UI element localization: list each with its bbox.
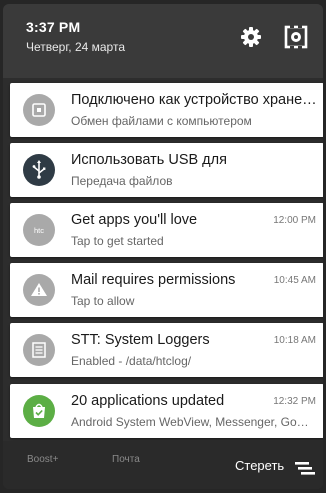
usb-icon bbox=[23, 154, 55, 186]
settings-gear-button[interactable] bbox=[239, 25, 263, 49]
svg-text:htc: htc bbox=[34, 226, 44, 235]
notification-title: Get apps you'll love bbox=[71, 212, 198, 228]
notification-shade: 3:37 PM Четверг, 24 марта Подключено как… bbox=[3, 4, 323, 489]
notification-get-apps[interactable]: htc Get apps you'll love Tap to get star… bbox=[10, 203, 323, 257]
notification-title: Использовать USB для bbox=[71, 152, 227, 168]
boost-label: Boost+ bbox=[27, 454, 59, 465]
notification-apps-updated[interactable]: 20 applications updated Android System W… bbox=[10, 384, 323, 438]
notification-subtitle: Android System WebView, Messenger, Go… bbox=[71, 415, 309, 429]
notification-usb-mode[interactable]: Использовать USB для Передача файлов bbox=[10, 143, 323, 197]
screen-settings-icon bbox=[284, 24, 308, 50]
notification-subtitle: Tap to get started bbox=[71, 234, 164, 248]
clear-all-icon bbox=[295, 462, 315, 475]
notification-time: 10:18 AM bbox=[273, 335, 316, 346]
clear-all-button[interactable]: Стереть bbox=[231, 457, 317, 477]
status-header: 3:37 PM Четверг, 24 марта bbox=[3, 4, 323, 78]
screen-settings-button[interactable] bbox=[283, 24, 309, 50]
usb-storage-icon bbox=[23, 94, 55, 126]
status-time: 3:37 PM bbox=[26, 19, 81, 35]
notification-time: 12:32 PM bbox=[273, 396, 316, 407]
app-update-icon bbox=[23, 395, 55, 427]
notification-subtitle: Передача файлов bbox=[71, 174, 173, 188]
mail-label: Почта bbox=[112, 454, 140, 465]
notification-time: 10:45 AM bbox=[273, 275, 316, 286]
notification-subtitle: Enabled - /data/htclog/ bbox=[71, 354, 192, 368]
warning-icon bbox=[23, 274, 55, 306]
htc-icon: htc bbox=[23, 214, 55, 246]
notification-subtitle: Tap to allow bbox=[71, 294, 135, 308]
notification-system-loggers[interactable]: STT: System Loggers Enabled - /data/htcl… bbox=[10, 323, 323, 377]
notification-mail-permissions[interactable]: Mail requires permissions Tap to allow 1… bbox=[10, 263, 323, 317]
bottom-bar: Boost+ Почта Стереть bbox=[3, 441, 323, 489]
notification-title: STT: System Loggers bbox=[71, 332, 210, 348]
notification-time: 12:00 PM bbox=[273, 215, 316, 226]
notification-title: Mail requires permissions bbox=[71, 272, 236, 288]
gear-icon bbox=[241, 27, 261, 47]
system-log-icon bbox=[23, 334, 55, 366]
notification-usb-storage[interactable]: Подключено как устройство хране… Обмен ф… bbox=[10, 83, 323, 137]
clear-all-label: Стереть bbox=[235, 458, 285, 473]
notification-subtitle: Обмен файлами с компьютером bbox=[71, 114, 252, 128]
notification-title: 20 applications updated bbox=[71, 393, 225, 409]
notification-title: Подключено как устройство хране… bbox=[71, 92, 315, 108]
status-date: Четверг, 24 марта bbox=[26, 40, 125, 54]
